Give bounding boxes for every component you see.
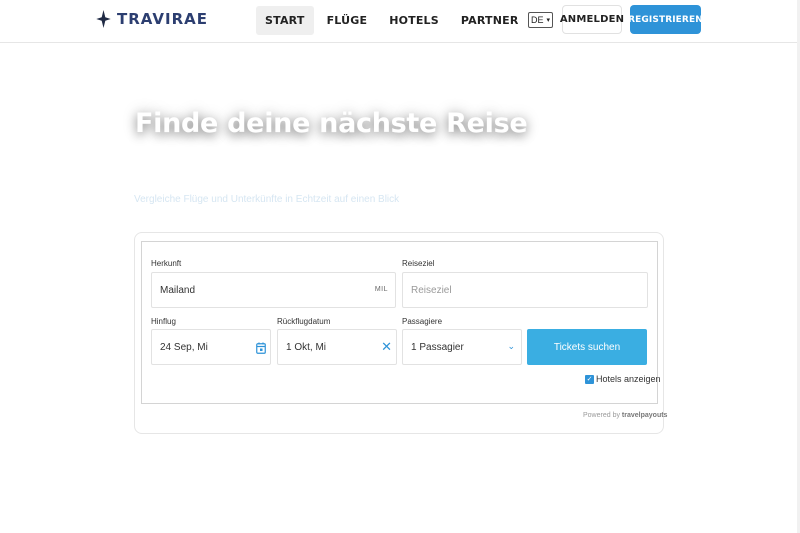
language-select[interactable]: DE ▾ [528, 12, 553, 28]
brand-name: TRAVIRAE [117, 10, 208, 28]
destination-input[interactable]: Reiseziel [402, 272, 648, 308]
show-hotels-checkbox[interactable]: ✓ Hotels anzeigen [585, 374, 661, 384]
hero-title: Finde deine nächste Reise [135, 108, 528, 139]
return-value: 1 Okt, Mi [286, 341, 327, 353]
powered-by-brand: travelpayouts [621, 412, 668, 419]
return-date-input[interactable]: 1 Okt, Mi ✕ [277, 329, 397, 365]
login-button[interactable]: ANMELDEN [560, 5, 624, 34]
nav-item-fluege[interactable]: FLÜGE [318, 6, 377, 35]
departure-date-input[interactable]: 24 Sep, Mi [151, 329, 271, 365]
origin-label: Herkunft [151, 259, 182, 268]
return-label: Rückflugdatum [277, 317, 331, 326]
hero-subtitle: Vergleiche Flüge und Unterkünfte in Echt… [134, 194, 400, 205]
passengers-value: 1 Passagier [411, 341, 464, 353]
search-widget-form [141, 241, 658, 404]
register-button[interactable]: REGISTRIEREN [628, 5, 703, 34]
sparkle-icon [96, 10, 111, 28]
departure-value: 24 Sep, Mi [160, 341, 208, 353]
main-nav: START FLÜGE HOTELS PARTNER [256, 6, 532, 35]
show-hotels-label: Hotels anzeigen [596, 374, 661, 384]
destination-placeholder: Reiseziel [411, 284, 452, 296]
top-navbar: TRAVIRAE START FLÜGE HOTELS PARTNER DE ▾… [0, 0, 800, 43]
departure-label: Hinflug [151, 317, 176, 326]
chevron-down-icon: ▾ [546, 17, 550, 24]
nav-item-partner[interactable]: PARTNER [452, 6, 528, 35]
language-value: DE [531, 15, 544, 25]
nav-item-hotels[interactable]: HOTELS [380, 6, 448, 35]
destination-label: Reiseziel [402, 259, 435, 268]
passengers-label: Passagiere [402, 317, 443, 326]
brand-logo[interactable]: TRAVIRAE [96, 10, 208, 28]
origin-code: MIL [374, 286, 388, 293]
powered-by-prefix: Powered by [583, 412, 620, 419]
powered-by[interactable]: Powered by travelpayouts [583, 412, 667, 419]
close-icon[interactable]: ✕ [381, 341, 392, 354]
nav-item-start[interactable]: START [256, 6, 314, 35]
passengers-select[interactable]: 1 Passagier ⌄ [402, 329, 522, 365]
checkmark-icon[interactable]: ✓ [585, 374, 594, 384]
calendar-icon[interactable] [256, 342, 266, 354]
origin-input[interactable]: Mailand MIL [151, 272, 396, 308]
chevron-down-icon: ⌄ [507, 341, 515, 351]
search-tickets-button[interactable]: Tickets suchen [527, 329, 647, 365]
origin-value: Mailand [160, 284, 196, 296]
